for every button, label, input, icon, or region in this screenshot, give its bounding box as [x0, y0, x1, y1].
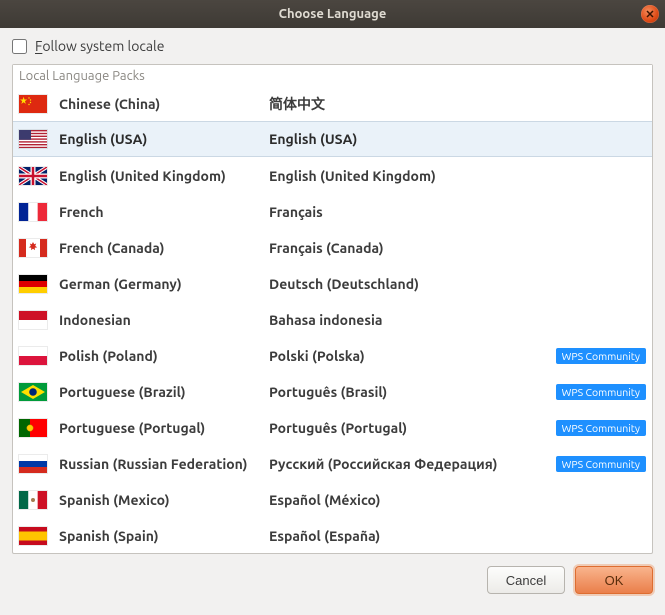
language-row-en-us[interactable]: English (USA)English (USA)	[13, 121, 652, 157]
language-panel: Local Language Packs Chinese (China)简体中文…	[12, 64, 653, 554]
flag-icon-ru	[19, 455, 47, 473]
language-native: Português (Portugal)	[269, 420, 550, 436]
flag-icon-id	[19, 311, 47, 329]
dialog-content: Follow system locale Local Language Pack…	[0, 28, 665, 606]
community-badge: WPS Community	[556, 384, 646, 400]
follow-system-locale-checkbox[interactable]	[12, 39, 27, 54]
language-name: French	[59, 204, 269, 220]
follow-system-locale-label: Follow system locale	[35, 38, 164, 54]
language-name: English (USA)	[59, 131, 269, 147]
language-row-pt-pt[interactable]: Portuguese (Portugal)Português (Portugal…	[13, 409, 652, 445]
titlebar: Choose Language ✕	[0, 0, 665, 28]
flag-icon-ca	[19, 239, 47, 257]
language-name: Chinese (China)	[59, 96, 269, 112]
flag-icon-mx	[19, 491, 47, 509]
language-name: Russian (Russian Federation)	[59, 456, 269, 472]
flag-icon-fr	[19, 203, 47, 221]
language-name: Spanish (Mexico)	[59, 492, 269, 508]
language-native: Español (México)	[269, 492, 646, 508]
language-name: French (Canada)	[59, 240, 269, 256]
community-badge: WPS Community	[556, 348, 646, 364]
language-name: Portuguese (Brazil)	[59, 384, 269, 400]
language-row-pt-br[interactable]: Portuguese (Brazil)Português (Brasil) WPS…	[13, 373, 652, 409]
flag-icon-cn	[19, 95, 47, 113]
language-row-ru[interactable]: Russian (Russian Federation)Русский (Рос…	[13, 445, 652, 481]
flag-icon-br	[19, 383, 47, 401]
ok-button[interactable]: OK	[575, 566, 653, 594]
language-row-en-gb[interactable]: English (United Kingdom)English (United …	[13, 157, 652, 193]
language-native: Français	[269, 204, 646, 220]
language-native: Deutsch (Deutschland)	[269, 276, 646, 292]
panel-title: Local Language Packs	[13, 65, 652, 85]
language-native: Bahasa indonesia	[269, 312, 646, 328]
language-row-pl[interactable]: Polish (Poland)Polski (Polska) WPS Commun…	[13, 337, 652, 373]
flag-icon-gb	[19, 167, 47, 185]
language-name: German (Germany)	[59, 276, 269, 292]
language-native: 简体中文	[269, 94, 646, 114]
language-native: Español (España)	[269, 528, 646, 544]
flag-icon-pl	[19, 347, 47, 365]
window-title: Choose Language	[279, 7, 387, 21]
community-badge: WPS Community	[556, 456, 646, 472]
language-row-es-mx[interactable]: Spanish (Mexico)Español (México)	[13, 481, 652, 517]
close-button[interactable]: ✕	[641, 5, 659, 23]
language-row-id[interactable]: IndonesianBahasa indonesia	[13, 301, 652, 337]
language-native: Polski (Polska)	[269, 348, 550, 364]
language-native: English (USA)	[269, 131, 646, 147]
flag-icon-es	[19, 527, 47, 545]
language-native: Português (Brasil)	[269, 384, 550, 400]
language-row-de[interactable]: German (Germany)Deutsch (Deutschland)	[13, 265, 652, 301]
language-name: Portuguese (Portugal)	[59, 420, 269, 436]
language-name: Indonesian	[59, 312, 269, 328]
language-native: Русский (Российская Федерация)	[269, 456, 550, 472]
cancel-button[interactable]: Cancel	[487, 566, 565, 594]
language-row-es-es[interactable]: Spanish (Spain)Español (España)	[13, 517, 652, 553]
follow-system-locale-row[interactable]: Follow system locale	[12, 38, 653, 54]
language-name: English (United Kingdom)	[59, 168, 269, 184]
language-name: Spanish (Spain)	[59, 528, 269, 544]
language-native: Français (Canada)	[269, 240, 646, 256]
button-row: Cancel OK	[12, 566, 653, 594]
language-row-zh-cn[interactable]: Chinese (China)简体中文	[13, 85, 652, 121]
language-row-fr-ca[interactable]: French (Canada)Français (Canada)	[13, 229, 652, 265]
flag-icon-us	[19, 130, 47, 148]
language-native: English (United Kingdom)	[269, 168, 646, 184]
close-icon: ✕	[645, 8, 654, 21]
language-row-fr[interactable]: FrenchFrançais	[13, 193, 652, 229]
language-name: Polish (Poland)	[59, 348, 269, 364]
community-badge: WPS Community	[556, 420, 646, 436]
flag-icon-pt	[19, 419, 47, 437]
flag-icon-de	[19, 275, 47, 293]
language-list: Chinese (China)简体中文English (USA)English …	[13, 85, 652, 553]
